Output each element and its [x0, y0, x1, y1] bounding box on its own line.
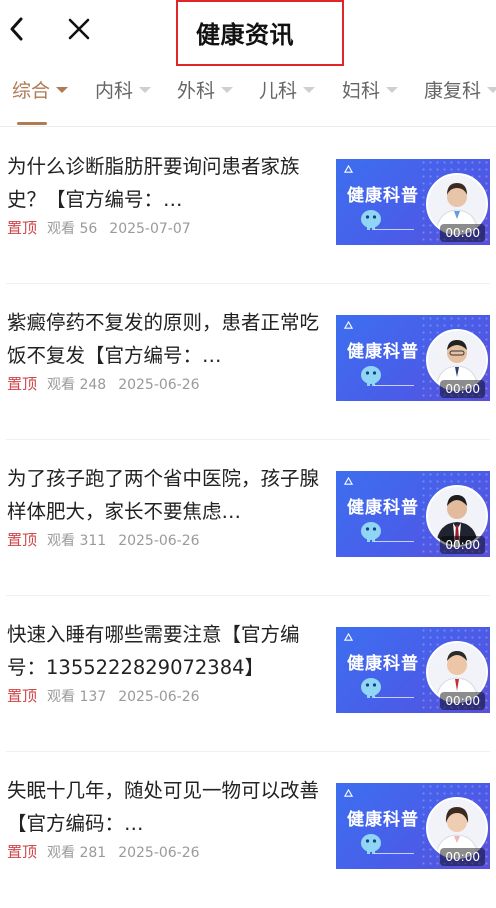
article-item[interactable]: 失眠十几年，随处可见一物可以改善【官方编码：… 置顶 观看 281 2025-06-… [0, 752, 496, 908]
view-count: 观看 137 [47, 689, 107, 705]
chevron-left-icon [10, 17, 23, 41]
tab-surgery[interactable]: 外科 [177, 76, 234, 103]
tab-gynecology[interactable]: 妇科 [342, 76, 399, 103]
video-duration: 00:00 [440, 224, 485, 242]
publish-date: 2025-07-07 [109, 221, 191, 237]
tab-label: 妇科 [342, 80, 381, 102]
close-icon [68, 18, 90, 40]
tab-label: 综合 [12, 80, 51, 102]
article-item[interactable]: 紫癜停药不复发的原则，患者正常吃饭不复发【官方编号：… 置顶 观看 248 2025… [0, 284, 496, 440]
caret-down-icon [386, 86, 399, 93]
view-count: 观看 248 [47, 377, 107, 393]
article-title: 失眠十几年，随处可见一物可以改善【官方编码：… [7, 779, 320, 835]
article-meta: 置顶 观看 248 2025-06-26 [7, 373, 200, 394]
video-thumbnail[interactable]: 健康科普 00:00 [336, 471, 490, 557]
video-duration: 00:00 [440, 536, 485, 554]
article-meta: 置顶 观看 137 2025-06-26 [7, 685, 200, 706]
tab-general[interactable]: 综合 [12, 76, 69, 103]
pinned-tag: 置顶 [7, 375, 38, 393]
mascot-icon [361, 366, 381, 386]
tab-pediatrics[interactable]: 儿科 [259, 76, 316, 103]
video-thumbnail[interactable]: 健康科普 00:00 [336, 315, 490, 401]
caret-down-icon [56, 86, 69, 93]
article-item[interactable]: 为了孩子跑了两个省中医院，孩子腺样体肥大，家长不要焦虑… 置顶 观看 311 202… [0, 440, 496, 596]
logo-icon [344, 633, 353, 641]
page-title: 健康资讯 [196, 21, 294, 49]
article-meta: 置顶 观看 281 2025-06-26 [7, 841, 200, 862]
publish-date: 2025-06-26 [118, 533, 200, 549]
tab-label: 外科 [177, 80, 216, 102]
thumbnail-underline [374, 229, 414, 230]
pinned-tag: 置顶 [7, 219, 38, 237]
tab-label: 康复科 [424, 80, 482, 102]
logo-icon [344, 789, 353, 797]
thumbnail-title: 健康科普 [347, 498, 419, 518]
article-title: 为什么诊断脂肪肝要询问患者家族史？【官方编号：… [7, 155, 300, 211]
publish-date: 2025-06-26 [118, 689, 200, 705]
mascot-icon [361, 834, 381, 854]
tab-label: 儿科 [259, 80, 298, 102]
top-bar: 健康资讯 [0, 0, 496, 66]
video-thumbnail[interactable]: 健康科普 00:00 [336, 627, 490, 713]
back-button[interactable] [6, 14, 28, 44]
video-duration: 00:00 [440, 380, 485, 398]
category-tabs: 综合 内科 外科 儿科 妇科 康复科 [0, 68, 496, 126]
thumbnail-underline [374, 541, 414, 542]
thumbnail-underline [374, 385, 414, 386]
mascot-icon [361, 210, 381, 230]
caret-down-icon [303, 86, 316, 93]
view-count: 观看 281 [47, 845, 107, 861]
publish-date: 2025-06-26 [118, 377, 200, 393]
thumbnail-title: 健康科普 [347, 186, 419, 206]
logo-icon [344, 477, 353, 485]
mascot-icon [361, 678, 381, 698]
article-item[interactable]: 为什么诊断脂肪肝要询问患者家族史？【官方编号：… 置顶 观看 56 2025-07-… [0, 128, 496, 284]
article-meta: 置顶 观看 56 2025-07-07 [7, 217, 191, 238]
video-thumbnail[interactable]: 健康科普 00:00 [336, 159, 490, 245]
mascot-icon [361, 522, 381, 542]
article-item[interactable]: 快速入睡有哪些需要注意【官方编号：1355222829072384】 置顶 观看 … [0, 596, 496, 752]
video-duration: 00:00 [440, 692, 485, 710]
article-list: 为什么诊断脂肪肝要询问患者家族史？【官方编号：… 置顶 观看 56 2025-07-… [0, 128, 496, 908]
article-title: 为了孩子跑了两个省中医院，孩子腺样体肥大，家长不要焦虑… [7, 467, 320, 523]
thumbnail-title: 健康科普 [347, 342, 419, 362]
pinned-tag: 置顶 [7, 843, 38, 861]
tab-label: 内科 [95, 80, 134, 102]
publish-date: 2025-06-26 [118, 845, 200, 861]
pinned-tag: 置顶 [7, 687, 38, 705]
caret-down-icon [221, 86, 234, 93]
active-tab-indicator [17, 122, 47, 125]
video-duration: 00:00 [440, 848, 485, 866]
tab-rehabilitation[interactable]: 康复科 [424, 76, 496, 103]
article-title: 快速入睡有哪些需要注意【官方编号：1355222829072384】 [7, 623, 300, 679]
tabs-divider [0, 126, 496, 127]
logo-icon [344, 321, 353, 329]
view-count: 观看 56 [47, 221, 98, 237]
thumbnail-underline [374, 853, 414, 854]
close-button[interactable] [66, 14, 92, 44]
view-count: 观看 311 [47, 533, 107, 549]
caret-down-icon [487, 86, 496, 93]
tab-internal-medicine[interactable]: 内科 [95, 76, 152, 103]
pinned-tag: 置顶 [7, 531, 38, 549]
article-meta: 置顶 观看 311 2025-06-26 [7, 529, 200, 550]
title-highlight-box: 健康资讯 [176, 0, 344, 66]
logo-icon [344, 165, 353, 173]
thumbnail-underline [374, 697, 414, 698]
thumbnail-title: 健康科普 [347, 810, 419, 830]
thumbnail-title: 健康科普 [347, 654, 419, 674]
caret-down-icon [139, 86, 152, 93]
article-title: 紫癜停药不复发的原则，患者正常吃饭不复发【官方编号：… [7, 311, 320, 367]
video-thumbnail[interactable]: 健康科普 00:00 [336, 783, 490, 869]
